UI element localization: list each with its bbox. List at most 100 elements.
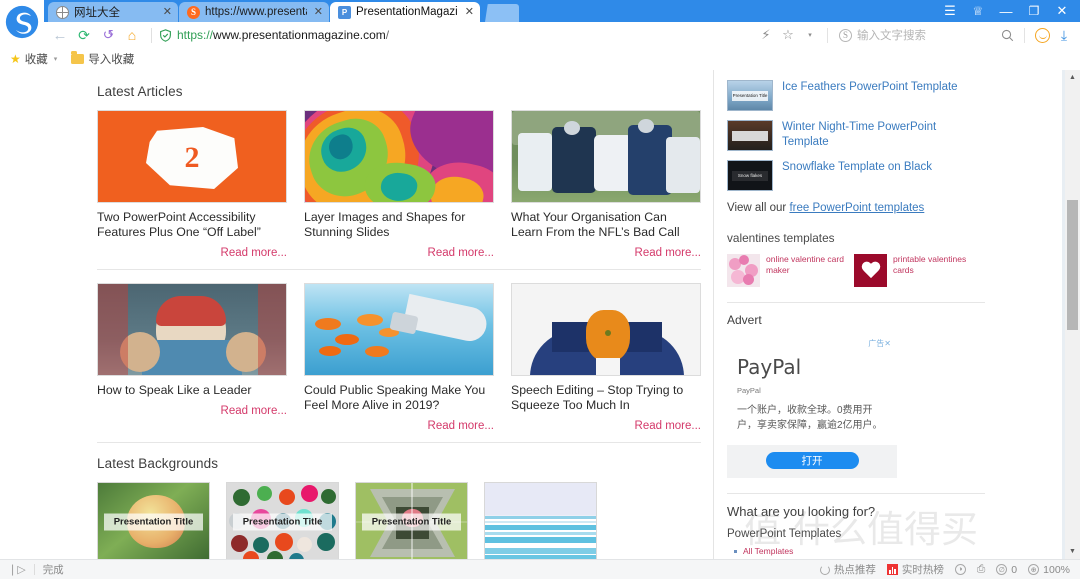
read-more-link[interactable]: Read more... <box>511 247 701 259</box>
read-more-link[interactable]: Read more... <box>511 420 701 432</box>
article-thumbnail[interactable] <box>304 283 494 376</box>
toolbar-divider <box>151 27 152 43</box>
status-left: ❘▷ 完成 <box>0 562 64 577</box>
download-icon[interactable]: ⤓ <box>1054 24 1074 46</box>
article-card[interactable]: 2 Two PowerPoint Accessibility Features … <box>97 110 287 259</box>
new-tab-button[interactable] <box>485 4 519 22</box>
tab-2[interactable]: P PresentationMagazine ✕ <box>330 2 480 22</box>
valentines-row: online valentine card maker printable va… <box>727 254 985 287</box>
bookmark-import[interactable]: 导入收藏 <box>71 51 134 67</box>
article-card[interactable]: What Your Organisation Can Learn From th… <box>511 110 701 259</box>
advertisement[interactable]: 广告✕ PayPal PayPal 一个账户，收款全球。0费用开户，享卖家保障，… <box>727 335 897 478</box>
close-window-button[interactable]: ✕ <box>1048 0 1076 22</box>
article-card[interactable]: Layer Images and Shapes for Stunning Sli… <box>304 110 494 259</box>
ad-close-icon[interactable]: 广告✕ <box>868 338 891 349</box>
bookmarks-bar: ★ 收藏 ▾ 导入收藏 <box>0 48 1080 70</box>
sidebar-toggle-icon[interactable]: ❘▷ <box>8 563 26 576</box>
template-thumbnail[interactable] <box>727 120 773 151</box>
template-item[interactable]: Snow flakes Snowflake Template on Black <box>727 160 985 191</box>
home-button[interactable]: ⌂ <box>120 23 144 47</box>
zoom-level[interactable]: ⊕ 100% <box>1028 564 1070 576</box>
article-title[interactable]: How to Speak Like a Leader <box>97 383 287 398</box>
read-more-link[interactable]: Read more... <box>97 247 287 259</box>
template-item[interactable]: Presentation Title Ice Feathers PowerPoi… <box>727 80 985 111</box>
bookmark-star-icon[interactable]: ☆ <box>778 24 798 46</box>
tab-close-icon[interactable]: ✕ <box>161 6 172 18</box>
tab-0[interactable]: 网址大全 ✕ <box>48 2 178 22</box>
skin-icon[interactable]: ♕ <box>964 0 992 22</box>
menu-icon[interactable]: ☰ <box>936 0 964 22</box>
free-templates-link[interactable]: free PowerPoint templates <box>789 202 924 214</box>
hotlist-button[interactable]: 实时热榜 <box>886 562 944 577</box>
screenshot-icon[interactable]: ⎙ <box>977 563 985 576</box>
article-thumbnail[interactable] <box>97 283 287 376</box>
background-card[interactable]: Presentation Title <box>97 482 210 559</box>
address-bar[interactable]: https://www.presentationmagazine.com/ <box>159 23 756 47</box>
vertical-scrollbar[interactable]: ▲ ▼ <box>1065 70 1080 559</box>
history-button[interactable]: ↺ ▾ <box>96 23 120 47</box>
article-card[interactable]: Could Public Speaking Make You Feel More… <box>304 283 494 432</box>
search-input[interactable]: S 输入文字搜索 <box>835 24 995 46</box>
search-icon[interactable] <box>997 24 1017 46</box>
maximize-button[interactable]: ❐ <box>1020 0 1048 22</box>
volume-icon[interactable]: ◑ <box>954 564 966 575</box>
article-thumbnail[interactable]: 2 <box>97 110 287 203</box>
minimize-button[interactable]: — <box>992 0 1020 22</box>
background-card[interactable]: Presentation Title <box>355 482 468 559</box>
background-card[interactable]: Presentation Title <box>226 482 339 559</box>
read-more-link[interactable]: Read more... <box>97 405 287 417</box>
looking-for-list: All Templates Latest Popular Category <box>727 545 985 559</box>
hotspot-recommend-button[interactable]: 热点推荐 <box>819 562 876 577</box>
article-title[interactable]: Speech Editing – Stop Trying to Squeeze … <box>511 383 701 413</box>
article-thumbnail[interactable] <box>304 110 494 203</box>
ad-body[interactable]: 广告✕ PayPal PayPal 一个账户，收款全球。0费用开户，享卖家保障，… <box>727 335 897 445</box>
read-more-link[interactable]: Read more... <box>304 247 494 259</box>
list-item[interactable]: All Templates <box>734 545 985 557</box>
background-card[interactable] <box>484 482 597 559</box>
article-title[interactable]: Layer Images and Shapes for Stunning Sli… <box>304 210 494 240</box>
refresh-icon: ⟳ <box>78 26 90 43</box>
latest-backgrounds-heading: Latest Backgrounds <box>97 456 219 471</box>
article-card[interactable]: Speech Editing – Stop Trying to Squeeze … <box>511 283 701 432</box>
tab-close-icon[interactable]: ✕ <box>312 6 323 18</box>
smiley-icon[interactable] <box>1032 24 1052 46</box>
red-heart-icon[interactable] <box>854 254 887 287</box>
valentines-item[interactable]: online valentine card maker <box>727 254 845 287</box>
bookmark-favorites[interactable]: ★ 收藏 ▾ <box>10 51 57 67</box>
template-link[interactable]: Winter Night-Time PowerPoint Template <box>782 120 985 149</box>
scrollbar-thumb[interactable] <box>1067 200 1078 330</box>
scroll-up-arrow-icon[interactable]: ▲ <box>1065 70 1080 85</box>
article-title[interactable]: Two PowerPoint Accessibility Features Pl… <box>97 210 287 240</box>
article-thumbnail[interactable] <box>511 110 701 203</box>
template-link[interactable]: Ice Feathers PowerPoint Template <box>782 80 958 95</box>
list-item[interactable]: Latest <box>743 557 985 559</box>
valentines-item[interactable]: printable valentines cards <box>854 254 972 287</box>
toolbar-actions: ⚡ ☆ ▾ S 输入文字搜索 ⤓ <box>756 24 1080 46</box>
block-count[interactable]: ∅ 0 <box>996 564 1017 576</box>
template-item[interactable]: Winter Night-Time PowerPoint Template <box>727 120 985 151</box>
template-link[interactable]: Snowflake Template on Black <box>782 160 932 175</box>
back-button[interactable]: ← <box>48 23 72 47</box>
ad-open-button[interactable]: 打开 <box>765 452 859 469</box>
backgrounds-row: Presentation Title Presentation Title Pr… <box>97 482 701 559</box>
valentines-caption[interactable]: online valentine card maker <box>766 254 845 276</box>
tab-1[interactable]: S https://www.presenta ✕ <box>179 2 329 22</box>
read-more-link[interactable]: Read more... <box>304 420 494 432</box>
article-title[interactable]: Could Public Speaking Make You Feel More… <box>304 383 494 413</box>
template-thumbnail[interactable]: Presentation Title <box>727 80 773 111</box>
template-thumbnail[interactable]: Snow flakes <box>727 160 773 191</box>
background-title: Presentation Title <box>362 513 461 530</box>
article-thumbnail[interactable] <box>511 283 701 376</box>
lightning-icon[interactable]: ⚡ <box>756 24 776 46</box>
article-card[interactable]: How to Speak Like a Leader Read more... <box>97 283 287 432</box>
scroll-down-arrow-icon[interactable]: ▼ <box>1065 544 1080 559</box>
chevron-down-icon[interactable]: ▾ <box>800 24 820 46</box>
pink-blossom-icon[interactable] <box>727 254 760 287</box>
tab-close-icon[interactable]: ✕ <box>463 6 474 18</box>
article-title[interactable]: What Your Organisation Can Learn From th… <box>511 210 701 240</box>
back-arrow-icon: ← <box>52 26 68 44</box>
bookmark-label: 导入收藏 <box>88 53 135 66</box>
reload-button[interactable]: ⟳ <box>72 23 96 47</box>
valentines-caption[interactable]: printable valentines cards <box>893 254 972 276</box>
zoom-icon: ⊕ <box>1028 564 1040 575</box>
